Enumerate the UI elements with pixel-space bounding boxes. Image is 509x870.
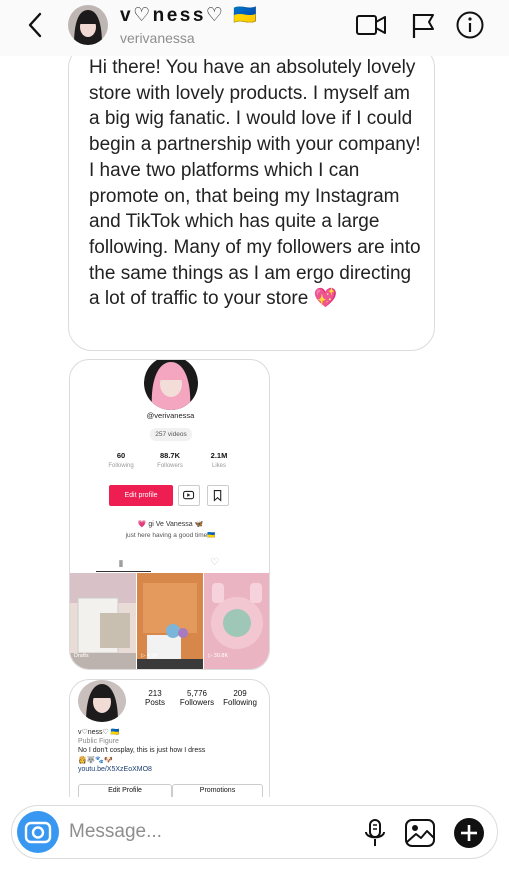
instagram-link: youtu.be/X5XzEoXMO8	[78, 766, 152, 773]
flag-icon[interactable]	[408, 10, 440, 40]
tiktok-handle: @verivanessa	[146, 411, 195, 420]
message-input[interactable]	[69, 819, 349, 845]
info-icon[interactable]	[454, 10, 486, 40]
back-chevron-icon[interactable]	[22, 10, 50, 40]
message-bubble[interactable]: Hi there! You have an absolutely lovely …	[68, 44, 435, 351]
tiktok-stat-following: 60 Following	[108, 451, 134, 469]
video-call-icon[interactable]	[355, 10, 387, 40]
instagram-bio-emojis: 👸🐺🐾🐶	[78, 757, 113, 764]
tiktok-screenshot-attachment[interactable]: @verivanessa 257 videos 60 Following 88.…	[69, 359, 270, 670]
contact-display-name[interactable]: v♡ness♡ 🇺🇦	[120, 3, 259, 27]
tiktok-thumbnail: ▷ 4.5K	[137, 573, 203, 669]
tiktok-thumbnail: Drafts	[70, 573, 136, 669]
instagram-edit-profile-button: Edit Profile	[78, 784, 172, 797]
tiktok-bio-text: just here having a good time🇺🇦	[125, 532, 216, 539]
tiktok-edit-profile-button: Edit profile	[109, 485, 173, 506]
gallery-icon[interactable]	[403, 816, 437, 850]
tiktok-video-count: 257 videos	[150, 428, 192, 441]
bookmark-icon	[207, 485, 229, 506]
instagram-name: v♡ness♡ 🇺🇦	[78, 729, 120, 736]
tiktok-bio-name: 💗 gi Ve Vanessa 🦋	[137, 521, 204, 528]
instagram-stat-posts: 213 Posts	[144, 689, 165, 707]
camera-button[interactable]	[17, 811, 59, 853]
liked-tab-icon: ♡	[210, 557, 219, 568]
message-composer	[11, 805, 498, 859]
chat-header: v♡ness♡ 🇺🇦 verivanessa	[0, 0, 509, 56]
contact-username[interactable]: verivanessa	[120, 30, 195, 46]
instagram-category: Public Figure	[78, 738, 119, 745]
grid-tab-icon: ⦀	[119, 559, 123, 569]
contact-avatar[interactable]	[68, 5, 108, 45]
instagram-stat-following: 209 Following	[223, 689, 257, 707]
instagram-promotions-button: Promotions	[172, 784, 263, 797]
camera-icon	[24, 821, 52, 844]
message-text: Hi there! You have an absolutely lovely …	[89, 57, 421, 310]
add-plus-icon[interactable]	[452, 816, 486, 850]
tab-indicator	[96, 571, 151, 572]
tiktok-avatar	[144, 360, 198, 410]
instagram-screenshot-attachment[interactable]: 213 Posts 5,776 Followers 209 Following …	[69, 679, 270, 797]
tiktok-stat-likes: 2.1M Likes	[210, 451, 228, 469]
instagram-stat-followers: 5,776 Followers	[179, 689, 215, 707]
youtube-icon	[178, 485, 200, 506]
instagram-bio: No I don't cosplay, this is just how I d…	[78, 747, 206, 754]
microphone-icon[interactable]	[358, 816, 392, 850]
instagram-avatar	[78, 680, 126, 722]
tiktok-thumbnail: ▷ 30.8K	[204, 573, 269, 669]
tiktok-stat-followers: 88.7K Followers	[157, 451, 183, 469]
